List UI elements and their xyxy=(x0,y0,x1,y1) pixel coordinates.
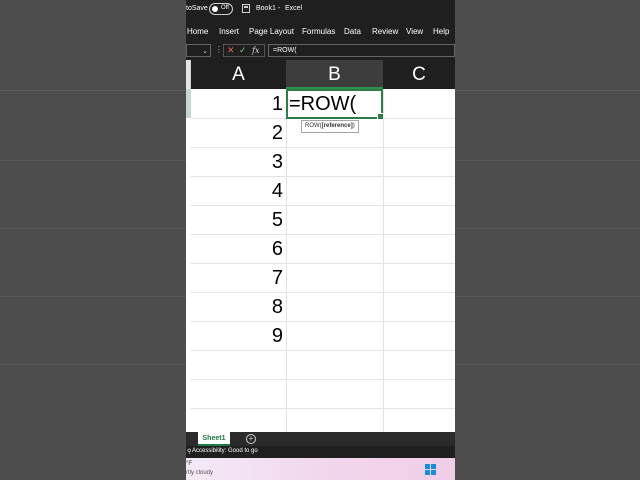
fill-handle[interactable] xyxy=(377,113,384,120)
excel-window: toSave Off Book1 - Excel Home Insert Pag… xyxy=(186,0,455,480)
tab-page-layout[interactable]: Page Layout xyxy=(249,27,294,36)
title-bar: toSave Off Book1 - Excel xyxy=(186,0,455,20)
cell-a4[interactable]: 4 xyxy=(191,177,283,206)
app-name: Excel xyxy=(285,5,303,12)
tab-formulas[interactable]: Formulas xyxy=(302,27,335,36)
weather-temp[interactable]: °F xyxy=(186,461,192,467)
tooltip-argument[interactable]: [reference] xyxy=(322,123,353,129)
tab-home[interactable]: Home xyxy=(187,27,208,36)
active-cell-value: =ROW( xyxy=(289,93,357,115)
background-right xyxy=(455,0,640,480)
background-left xyxy=(0,0,186,480)
tab-review[interactable]: Review xyxy=(372,27,398,36)
gridline xyxy=(191,379,455,380)
gridline xyxy=(191,408,455,409)
tooltip-function: ROW( xyxy=(305,123,322,129)
accessibility-status[interactable]: Accessibility: Good to go xyxy=(192,448,258,454)
sheet-tab-sheet1[interactable]: Sheet1 xyxy=(198,432,230,446)
chevron-down-icon[interactable]: ⌄ xyxy=(202,47,208,55)
tooltip-close-paren: ) xyxy=(352,123,355,129)
cell-a6[interactable]: 6 xyxy=(191,235,283,264)
gridline xyxy=(383,89,384,432)
worksheet-grid: A B C 1 2 3 4 5 6 7 8 9 =ROW( ROW([refer… xyxy=(186,60,455,432)
name-box[interactable]: ⌄ xyxy=(186,44,211,57)
sheet-tab-bar: Sheet1 + xyxy=(186,432,455,446)
formula-bar: ⌄ ⋮ ✕ ✓ fx =ROW( xyxy=(186,42,455,60)
cell-a5[interactable]: 5 xyxy=(191,206,283,235)
cancel-icon[interactable]: ✕ xyxy=(227,45,235,56)
autosave-label: toSave xyxy=(186,5,208,12)
gridline xyxy=(286,89,287,432)
cell-a9[interactable]: 9 xyxy=(191,322,283,351)
add-sheet-icon[interactable]: + xyxy=(246,434,256,444)
column-header-a[interactable]: A xyxy=(191,60,286,89)
title-separator: - xyxy=(278,5,281,12)
formula-input[interactable]: =ROW( xyxy=(268,44,455,57)
save-icon[interactable] xyxy=(242,4,250,13)
active-cell-b1[interactable]: =ROW( xyxy=(286,89,384,120)
autosave-toggle-icon xyxy=(212,6,218,12)
enter-icon[interactable]: ✓ xyxy=(239,45,247,56)
cell-a3[interactable]: 3 xyxy=(191,148,283,177)
windows-start-icon[interactable] xyxy=(425,464,437,476)
status-bar: ⚲ Accessibility: Good to go xyxy=(186,446,455,458)
formula-buttons: ✕ ✓ fx xyxy=(223,44,265,57)
workbook-name: Book1 xyxy=(256,5,276,12)
autosave-state: Off xyxy=(221,5,229,11)
cell-a2[interactable]: 2 xyxy=(191,119,283,148)
cell-a8[interactable]: 8 xyxy=(191,293,283,322)
formula-bar-grip-icon[interactable]: ⋮ xyxy=(215,45,223,54)
tab-view[interactable]: View xyxy=(406,27,423,36)
accessibility-icon[interactable]: ⚲ xyxy=(187,448,191,455)
autosave-toggle[interactable]: Off xyxy=(209,3,233,15)
tab-help[interactable]: Help xyxy=(433,27,449,36)
column-header-c[interactable]: C xyxy=(383,60,455,89)
tab-insert[interactable]: Insert xyxy=(219,27,239,36)
column-header-b[interactable]: B xyxy=(286,60,383,89)
cell-a1[interactable]: 1 xyxy=(191,90,283,119)
cell-a7[interactable]: 7 xyxy=(191,264,283,293)
function-tooltip: ROW([reference]) xyxy=(301,120,359,133)
windows-taskbar: °F rtly cloudy xyxy=(186,458,455,480)
tab-data[interactable]: Data xyxy=(344,27,361,36)
weather-description[interactable]: rtly cloudy xyxy=(186,470,213,476)
ribbon-tabs: Home Insert Page Layout Formulas Data Re… xyxy=(186,20,455,42)
fx-icon[interactable]: fx xyxy=(252,46,259,55)
